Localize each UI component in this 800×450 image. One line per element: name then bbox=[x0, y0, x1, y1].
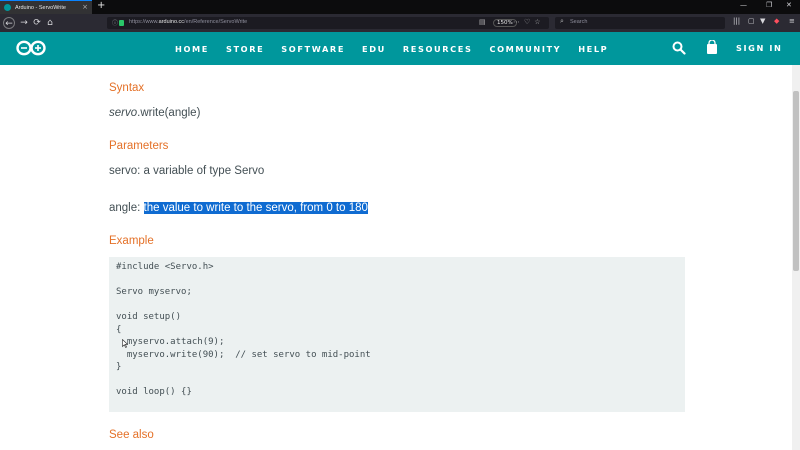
close-window-button[interactable]: ✕ bbox=[786, 1, 792, 9]
reader-view-icon[interactable]: ▤ bbox=[479, 18, 486, 26]
url-bar[interactable]: ⓘ https://www.arduino.cc/en/Reference/Se… bbox=[107, 17, 549, 29]
page-actions-icon[interactable]: ⋯♡☆ bbox=[513, 18, 545, 26]
menu-help[interactable]: HELP bbox=[578, 44, 608, 54]
url-text[interactable]: https://www.arduino.cc/en/Reference/Serv… bbox=[129, 19, 247, 25]
browser-toolbar: ← → ⟳ ⌂ ⓘ https://www.arduino.cc/en/Refe… bbox=[0, 14, 800, 32]
forward-button[interactable]: → bbox=[18, 17, 30, 29]
site-search-icon[interactable] bbox=[672, 41, 686, 55]
menu-store[interactable]: STORE bbox=[226, 44, 264, 54]
arduino-logo-icon[interactable] bbox=[16, 40, 46, 56]
search-icon: ⌕ bbox=[560, 17, 564, 25]
extension-icon[interactable]: ◆ bbox=[774, 17, 779, 25]
code-line: } bbox=[116, 362, 122, 372]
maximize-button[interactable]: ❐ bbox=[766, 1, 772, 9]
cart-icon[interactable] bbox=[706, 40, 718, 55]
menu-community[interactable]: COMMUNITY bbox=[489, 44, 561, 54]
sign-in-link[interactable]: SIGN IN bbox=[736, 43, 782, 53]
code-line: void loop() {} bbox=[116, 387, 192, 397]
tab-close-icon[interactable]: × bbox=[82, 3, 88, 11]
parameters-heading: Parameters bbox=[109, 140, 169, 152]
code-line: myservo.attach(9); bbox=[116, 337, 225, 347]
download-icon[interactable]: ▼ bbox=[760, 17, 765, 25]
search-placeholder: Search bbox=[570, 19, 588, 25]
selected-text: the value to write to the servo, from 0 … bbox=[143, 202, 368, 214]
sidebar-icon[interactable]: ▢ bbox=[748, 17, 755, 25]
param-angle-text: angle: the value to write to the servo, … bbox=[109, 202, 368, 214]
code-line: { bbox=[116, 324, 122, 335]
info-icon[interactable]: ⓘ bbox=[112, 18, 118, 27]
browser-tab[interactable]: Arduino - ServoWrite × bbox=[0, 0, 92, 14]
param-servo-text: servo: a variable of type Servo bbox=[109, 165, 265, 177]
menu-icon[interactable]: ≡ bbox=[789, 17, 795, 25]
scrollbar-thumb[interactable] bbox=[793, 91, 799, 271]
search-bar[interactable]: ⌕ Search bbox=[555, 17, 725, 29]
syntax-text: servo.write(angle) bbox=[109, 107, 201, 119]
back-button[interactable]: ← bbox=[3, 17, 15, 29]
code-line: Servo myservo; bbox=[116, 287, 192, 297]
reload-button[interactable]: ⟳ bbox=[31, 17, 43, 29]
code-line: void setup() bbox=[116, 312, 182, 322]
menu-software[interactable]: SOFTWARE bbox=[281, 44, 345, 54]
tab-title: Arduino - ServoWrite bbox=[15, 4, 66, 11]
code-line: myservo.write(90); // set servo to mid-p… bbox=[116, 349, 371, 360]
page-content: Syntax servo.write(angle) Parameters ser… bbox=[0, 65, 792, 450]
menu-resources[interactable]: RESOURCES bbox=[403, 44, 473, 54]
lock-icon[interactable] bbox=[119, 20, 124, 26]
mouse-cursor-icon bbox=[122, 339, 128, 348]
minimize-button[interactable]: — bbox=[740, 1, 747, 9]
see-also-heading: See also bbox=[109, 429, 154, 441]
home-icon[interactable]: ⌂ bbox=[44, 17, 56, 29]
code-block: #include <Servo.h> Servo myservo; void s… bbox=[109, 257, 685, 412]
library-icon[interactable]: ||| bbox=[733, 17, 740, 25]
page-scrollbar[interactable] bbox=[792, 65, 800, 450]
example-heading: Example bbox=[109, 235, 154, 247]
syntax-heading: Syntax bbox=[109, 82, 145, 94]
main-menu: HOME STORE SOFTWARE EDU RESOURCES COMMUN… bbox=[175, 32, 625, 65]
site-header: HOME STORE SOFTWARE EDU RESOURCES COMMUN… bbox=[0, 32, 800, 65]
tab-bar: Arduino - ServoWrite × + — ❐ ✕ bbox=[0, 0, 800, 14]
menu-home[interactable]: HOME bbox=[175, 44, 209, 54]
menu-edu[interactable]: EDU bbox=[362, 44, 386, 54]
new-tab-button[interactable]: + bbox=[97, 0, 105, 12]
arduino-favicon-icon bbox=[4, 4, 11, 11]
code-line: #include <Servo.h> bbox=[116, 262, 214, 272]
